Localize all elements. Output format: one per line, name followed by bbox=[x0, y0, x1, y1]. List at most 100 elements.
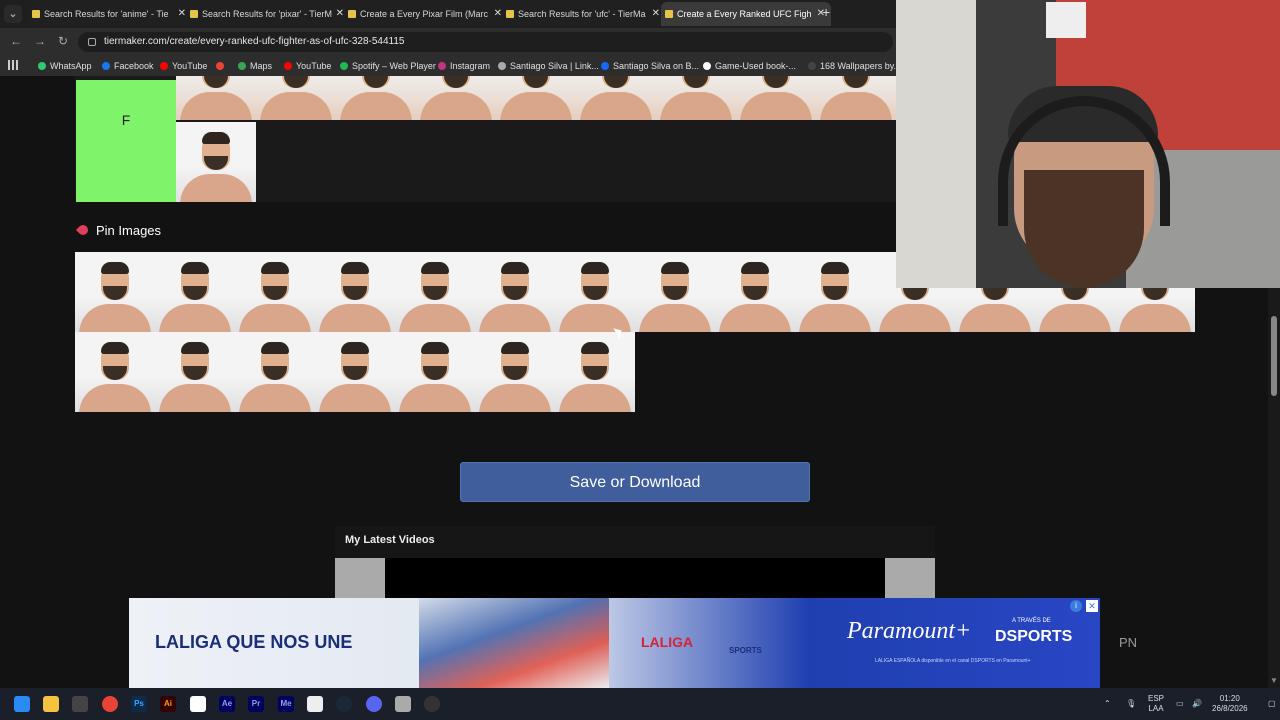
fighter-image[interactable] bbox=[736, 76, 816, 120]
calculator-icon[interactable] bbox=[395, 696, 411, 712]
fighter-image[interactable] bbox=[496, 76, 576, 120]
fighter-image[interactable] bbox=[235, 252, 315, 332]
store-icon[interactable] bbox=[72, 696, 88, 712]
ad-slogan: LALIGA QUE NOS UNE bbox=[155, 632, 353, 652]
ad-banner[interactable]: LALIGA QUE NOS UNE LALIGA SPORTS Paramou… bbox=[129, 598, 1100, 688]
notifications-icon[interactable]: ▢ bbox=[1268, 699, 1276, 709]
illustrator-icon[interactable]: Ai bbox=[160, 696, 176, 712]
tray-chevron-icon[interactable]: ⌃ bbox=[1104, 699, 1111, 709]
capcut-icon[interactable] bbox=[307, 696, 323, 712]
bookmark-item[interactable]: 168 Wallpapers by... bbox=[808, 56, 901, 76]
scroll-down-icon[interactable]: ▼ bbox=[1270, 676, 1278, 685]
bookmark-item[interactable]: YouTube bbox=[160, 56, 207, 76]
bookmark-item[interactable]: WhatsApp bbox=[38, 56, 92, 76]
fighter-image[interactable] bbox=[576, 76, 656, 120]
discord-icon[interactable] bbox=[366, 696, 382, 712]
fighter-image[interactable] bbox=[816, 76, 896, 120]
media-encoder-icon[interactable]: Me bbox=[278, 696, 294, 712]
dsports-small-logo: SPORTS bbox=[729, 646, 762, 655]
fighter-image[interactable] bbox=[416, 76, 496, 120]
ad-info-icon[interactable]: i bbox=[1070, 600, 1082, 612]
ad-close-icon[interactable]: ✕ bbox=[1086, 600, 1098, 612]
bookmark-item[interactable]: Santiago Silva | Link... bbox=[498, 56, 599, 76]
fighter-image[interactable] bbox=[555, 252, 635, 332]
scrollbar-thumb[interactable] bbox=[1271, 316, 1277, 396]
fighter-image[interactable] bbox=[475, 332, 555, 412]
fighter-image[interactable] bbox=[475, 252, 555, 332]
fighter-hair bbox=[341, 262, 369, 274]
tab-3[interactable]: Create a Every Pixar Film (Marc ✕ bbox=[344, 2, 508, 26]
fighter-image[interactable] bbox=[155, 252, 235, 332]
fighter-hair bbox=[501, 342, 529, 354]
fighter-image[interactable] bbox=[315, 332, 395, 412]
premiere-icon[interactable]: Pr bbox=[248, 696, 264, 712]
file-explorer-icon[interactable] bbox=[43, 696, 59, 712]
fighter-image[interactable] bbox=[795, 252, 875, 332]
clock-time: 01:20 bbox=[1219, 694, 1240, 703]
fighter-image[interactable] bbox=[75, 252, 155, 332]
fighter-hair bbox=[661, 262, 689, 274]
notepad-icon[interactable] bbox=[190, 696, 206, 712]
fighter-hair bbox=[581, 262, 609, 274]
fighter-image[interactable] bbox=[155, 332, 235, 412]
fighter-image[interactable] bbox=[395, 252, 475, 332]
tab-4[interactable]: Search Results for 'ufc' - TierMa ✕ bbox=[502, 2, 666, 26]
close-icon[interactable]: ✕ bbox=[336, 2, 344, 26]
after-effects-icon[interactable]: Ae bbox=[219, 696, 235, 712]
close-icon[interactable]: ✕ bbox=[178, 2, 186, 26]
tab-2[interactable]: Search Results for 'pixar' - TierM ✕ bbox=[186, 2, 350, 26]
new-tab-button[interactable]: + bbox=[822, 4, 830, 20]
bookmark-item[interactable]: Spotify – Web Player bbox=[340, 56, 436, 76]
tab-1[interactable]: Search Results for 'anime' - Tie ✕ bbox=[28, 2, 192, 26]
bookmark-item[interactable]: Maps bbox=[238, 56, 272, 76]
fighter-image[interactable] bbox=[256, 76, 336, 120]
fighter-image[interactable] bbox=[235, 332, 315, 412]
clock[interactable]: 01:20 26/8/2026 bbox=[1212, 694, 1248, 714]
microphone-icon[interactable]: 🎙 bbox=[1126, 699, 1136, 709]
tab-title: Create a Every Ranked UFC Figh bbox=[677, 9, 812, 19]
steam-icon[interactable] bbox=[336, 696, 352, 712]
bookmark-item[interactable]: Facebook bbox=[102, 56, 154, 76]
photoshop-icon[interactable]: Ps bbox=[131, 696, 147, 712]
bookmark-item[interactable]: Instagram bbox=[438, 56, 490, 76]
url-field[interactable]: tiermaker.com/create/every-ranked-ufc-fi… bbox=[78, 32, 893, 52]
tiermaker-favicon-icon bbox=[506, 10, 514, 18]
language-indicator[interactable]: ESP LAA bbox=[1148, 694, 1164, 714]
windows-start-icon[interactable] bbox=[14, 696, 30, 712]
video-next-thumb[interactable] bbox=[885, 558, 935, 598]
fighter-image[interactable] bbox=[176, 122, 256, 202]
tier-label-f[interactable]: F bbox=[76, 80, 176, 202]
chrome-icon[interactable] bbox=[102, 696, 118, 712]
fighter-image[interactable] bbox=[315, 252, 395, 332]
fighter-image[interactable] bbox=[715, 252, 795, 332]
bookmark-item[interactable]: Santiago Silva on B... bbox=[601, 56, 699, 76]
reload-icon[interactable]: ↻ bbox=[58, 34, 68, 48]
tiermaker-favicon-icon bbox=[665, 10, 673, 18]
fighter-image[interactable] bbox=[75, 332, 155, 412]
fighter-image[interactable] bbox=[635, 252, 715, 332]
apps-grid-icon[interactable] bbox=[8, 60, 18, 70]
video-prev-thumb[interactable] bbox=[335, 558, 385, 598]
network-icon[interactable]: ▭ bbox=[1176, 699, 1184, 709]
bookmark-item[interactable] bbox=[216, 56, 228, 76]
fighter-image[interactable] bbox=[555, 332, 635, 412]
back-icon[interactable]: ← bbox=[10, 34, 22, 48]
close-icon[interactable]: ✕ bbox=[652, 2, 660, 26]
tab-search-button[interactable]: ⌄ bbox=[4, 5, 22, 23]
tab-5-active[interactable]: Create a Every Ranked UFC Figh ✕ bbox=[661, 2, 831, 26]
fighter-hair bbox=[501, 262, 529, 274]
fighter-image[interactable] bbox=[176, 76, 256, 120]
forward-icon[interactable]: → bbox=[34, 34, 46, 48]
fighter-image[interactable] bbox=[336, 76, 416, 120]
fighter-image[interactable] bbox=[395, 332, 475, 412]
video-player[interactable] bbox=[385, 558, 885, 598]
bookmark-item[interactable]: YouTube bbox=[284, 56, 331, 76]
bookmark-favicon-icon bbox=[216, 62, 224, 70]
site-info-icon[interactable] bbox=[88, 38, 96, 46]
close-icon[interactable]: ✕ bbox=[494, 2, 502, 26]
save-or-download-button[interactable]: Save or Download bbox=[460, 462, 810, 502]
volume-icon[interactable]: 🔊 bbox=[1192, 699, 1202, 709]
obs-icon[interactable] bbox=[424, 696, 440, 712]
fighter-image[interactable] bbox=[656, 76, 736, 120]
bookmark-item[interactable]: Game-Used book-... bbox=[703, 56, 796, 76]
